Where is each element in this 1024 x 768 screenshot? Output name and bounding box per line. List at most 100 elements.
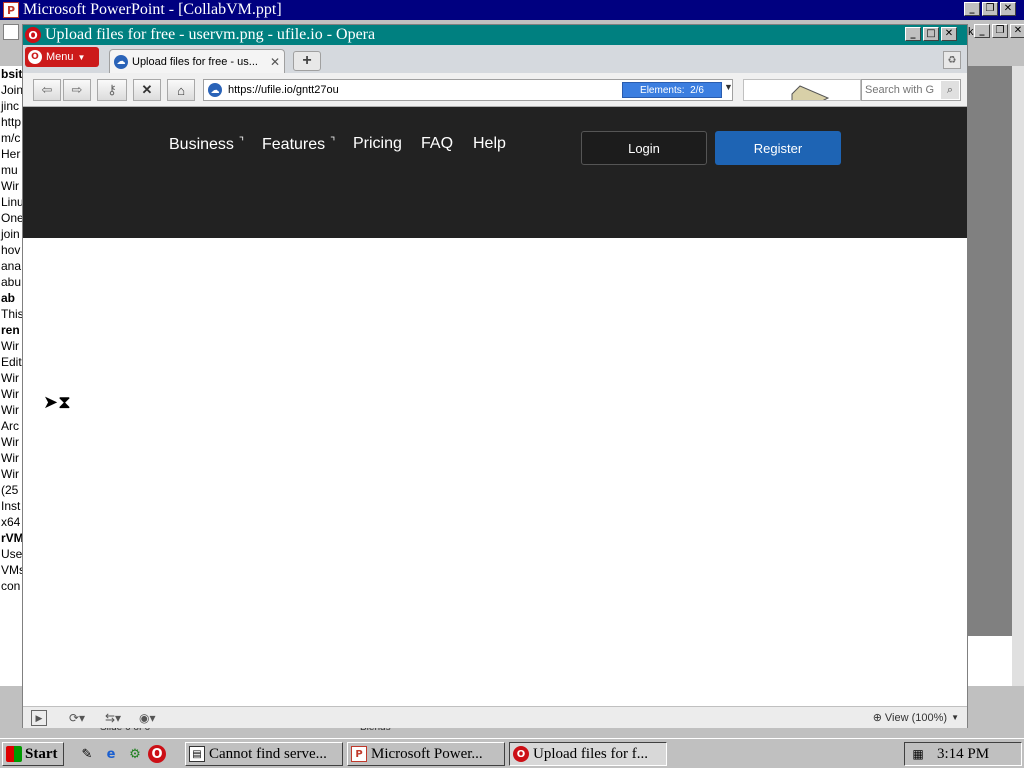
nav-business-label: Business bbox=[169, 136, 234, 153]
elements-dropdown-icon[interactable]: ▼ bbox=[724, 82, 733, 92]
elements-badge[interactable]: Elements: 2/6 bbox=[622, 82, 722, 98]
login-button[interactable]: Login bbox=[581, 131, 707, 165]
task-label: Upload files for f... bbox=[533, 745, 648, 762]
speed-dial-thumbnail bbox=[743, 79, 861, 101]
outline-text-line: Inst bbox=[1, 499, 21, 513]
url-site-icon: ☁ bbox=[208, 83, 222, 97]
document-window-controls: _ ❐ ✕ bbox=[974, 24, 1024, 38]
outline-text-line: (25 bbox=[1, 483, 19, 497]
task-label: Microsoft Power... bbox=[371, 745, 483, 762]
address-toolbar: ⇦ ⇨ ⚷ ✕ ⌂ ☁ https://ufile.io/gntt27ou El… bbox=[23, 73, 967, 107]
opera-menu-icon: O bbox=[28, 50, 42, 64]
nav-business[interactable]: Business ⌝ bbox=[169, 135, 244, 154]
forward-arrow-icon[interactable]: ⇨ bbox=[63, 79, 91, 101]
opera-menu-button[interactable]: O Menu ▼ bbox=[25, 47, 99, 67]
opera-task-icon: O bbox=[513, 746, 529, 762]
zoom-control[interactable]: ⊕ View (100%) ▼ bbox=[873, 711, 959, 725]
speed-icon[interactable]: ◉▾ bbox=[139, 710, 156, 726]
outline-text-line: This bbox=[1, 307, 24, 321]
outline-text-line: Wir bbox=[1, 371, 19, 385]
nav-features-label: Features bbox=[262, 136, 326, 153]
start-button[interactable]: Start bbox=[2, 742, 64, 766]
task-label: Cannot find serve... bbox=[209, 745, 327, 762]
site-header: Business ⌝ Features ⌝ Pricing FAQ Help Log… bbox=[23, 107, 967, 238]
minimize-icon[interactable]: _ bbox=[964, 2, 980, 16]
outline-text-line: rVM bbox=[1, 531, 24, 545]
caret-icon: ⌝ bbox=[330, 136, 336, 148]
tab-label: Upload files for free - us... bbox=[132, 55, 258, 68]
outline-text-line: Wir bbox=[1, 435, 19, 449]
register-button[interactable]: Register bbox=[715, 131, 841, 165]
nav-features[interactable]: Features ⌝ bbox=[262, 135, 335, 154]
stop-x-icon[interactable]: ✕ bbox=[133, 79, 161, 101]
opera-title-bar[interactable]: O Upload files for free - uservm.png - u… bbox=[23, 25, 967, 45]
menu-label: Menu bbox=[46, 51, 74, 63]
opera-maximize-icon[interactable]: □ bbox=[923, 27, 939, 41]
restore-icon[interactable]: ❐ bbox=[982, 2, 998, 16]
nav-help[interactable]: Help bbox=[473, 135, 506, 153]
nav-faq[interactable]: FAQ bbox=[421, 135, 453, 153]
sync-icon[interactable]: ⟳▾ bbox=[69, 710, 85, 726]
doc-close-icon[interactable]: ✕ bbox=[1010, 24, 1024, 38]
chevron-down-icon: ▼ bbox=[77, 52, 86, 62]
page-icon: ▤ bbox=[189, 746, 205, 762]
panel-toggle-icon[interactable]: ▶ bbox=[31, 710, 47, 726]
outline-text-line: abu bbox=[1, 275, 22, 289]
document-icon bbox=[3, 24, 19, 40]
trash-icon[interactable]: ♻ bbox=[943, 51, 961, 69]
tab-ufile[interactable]: ☁ Upload files for free - us... ✕ bbox=[109, 49, 285, 73]
nav-pricing[interactable]: Pricing bbox=[353, 135, 402, 153]
opera-minimize-icon[interactable]: _ bbox=[905, 27, 921, 41]
outline-text-line: Wir bbox=[1, 179, 19, 193]
task-powerpoint[interactable]: P Microsoft Power... bbox=[347, 742, 505, 766]
task-cannot-find-server[interactable]: ▤ Cannot find serve... bbox=[185, 742, 343, 766]
opera-quicklaunch-icon[interactable]: O bbox=[148, 745, 166, 763]
pencil-icon[interactable]: ✎ bbox=[78, 745, 96, 763]
outline-text-line: con bbox=[1, 579, 21, 593]
outline-text-line: Wir bbox=[1, 403, 19, 417]
outline-text-line: jinc bbox=[1, 99, 20, 113]
doc-minimize-icon[interactable]: _ bbox=[974, 24, 990, 38]
outline-text-line: One bbox=[1, 211, 24, 225]
zoom-dropdown-icon: ▼ bbox=[951, 713, 959, 722]
taskbar: Start ✎ e ⚙ O ▤ Cannot find serve... P M… bbox=[0, 738, 1024, 768]
thumbnail-graphic-icon bbox=[791, 85, 830, 100]
outline-text-line: Wir bbox=[1, 339, 19, 353]
ufile-cloud-icon: ☁ bbox=[114, 54, 128, 69]
search-field[interactable]: ⌕ bbox=[861, 79, 961, 101]
powerpoint-scrollbar[interactable] bbox=[1012, 66, 1024, 686]
outline-text-line: Arc bbox=[1, 419, 19, 433]
network-icon[interactable]: ⚙ bbox=[126, 745, 144, 763]
outline-text-line: mu bbox=[1, 163, 18, 177]
outline-text-line: Wir bbox=[1, 467, 19, 481]
clock: 3:14 PM bbox=[937, 745, 990, 762]
caret-icon: ⌝ bbox=[238, 136, 245, 148]
task-scheduler-icon[interactable]: ▦ bbox=[909, 745, 927, 763]
home-icon[interactable]: ⌂ bbox=[167, 79, 195, 101]
outline-text-line: ren bbox=[1, 323, 20, 337]
outline-text-line: Wir bbox=[1, 387, 19, 401]
outline-text-line: bsit bbox=[1, 67, 23, 81]
powerpoint-title-bar[interactable]: P Microsoft PowerPoint - [CollabVM.ppt] bbox=[0, 0, 1024, 20]
share-icon[interactable]: ⇆▾ bbox=[105, 710, 121, 726]
close-icon[interactable]: ✕ bbox=[1000, 2, 1016, 16]
outline-text-line: Her bbox=[1, 147, 21, 161]
opera-close-icon[interactable]: ✕ bbox=[941, 27, 957, 41]
system-tray: ▦ 3:14 PM bbox=[904, 742, 1022, 766]
opera-window-controls: _ □ ✕ bbox=[905, 27, 957, 41]
search-icon[interactable]: ⌕ bbox=[941, 81, 959, 99]
address-field[interactable]: ☁ https://ufile.io/gntt27ou Elements: 2/… bbox=[203, 79, 733, 101]
new-tab-button[interactable]: + bbox=[293, 51, 321, 71]
outline-text-line: VMs bbox=[1, 563, 24, 577]
outline-text-line: Edit bbox=[1, 355, 22, 369]
key-icon[interactable]: ⚷ bbox=[97, 79, 127, 101]
internet-explorer-icon[interactable]: e bbox=[102, 745, 120, 763]
opera-status-bar: ▶ ⟳▾ ⇆▾ ◉▾ ⊕ View (100%) ▼ bbox=[23, 706, 967, 728]
tab-close-icon[interactable]: ✕ bbox=[270, 55, 280, 69]
outline-text-line: join bbox=[1, 227, 20, 241]
back-arrow-icon[interactable]: ⇦ bbox=[33, 79, 61, 101]
outline-text-line: Linu bbox=[1, 195, 24, 209]
doc-restore-icon[interactable]: ❐ bbox=[992, 24, 1008, 38]
search-input[interactable] bbox=[865, 84, 939, 96]
task-opera[interactable]: O Upload files for f... bbox=[509, 742, 667, 766]
